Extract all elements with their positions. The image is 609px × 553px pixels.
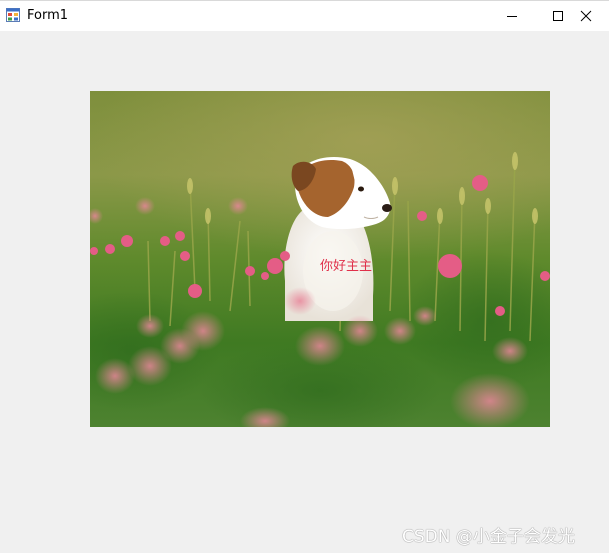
main-window: Form1 你好主主 CSDN @小金子会发光 [0, 0, 609, 553]
minimize-button[interactable] [489, 1, 535, 31]
app-icon[interactable] [6, 8, 20, 22]
csdn-watermark: CSDN @小金子会发光 [402, 527, 575, 547]
close-button[interactable] [563, 1, 609, 31]
picture-box: 你好主主 [90, 91, 550, 427]
minimize-icon [507, 16, 517, 17]
title-bar[interactable]: Form1 [0, 0, 609, 31]
close-icon [580, 10, 592, 22]
overlay-text-label: 你好主主 [320, 259, 373, 274]
window-title: Form1 [27, 8, 69, 23]
